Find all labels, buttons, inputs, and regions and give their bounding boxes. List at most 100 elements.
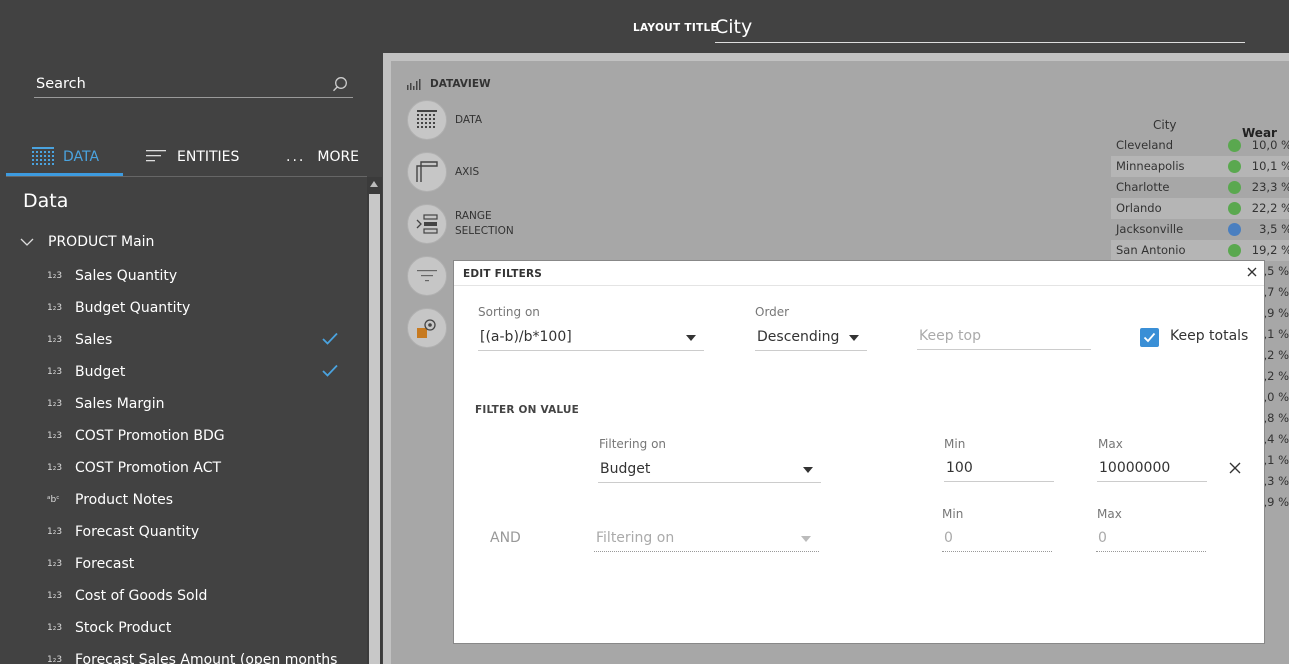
data-type-icon: 1₂3: [47, 623, 63, 633]
scroll-thumb[interactable]: [369, 194, 380, 664]
filter2-filtering-on-placeholder: Filtering on: [596, 530, 675, 546]
filter1-min-value: 100: [946, 460, 973, 476]
filter1-max-input[interactable]: 10000000: [1097, 456, 1207, 482]
status-dot-icon: [1228, 139, 1241, 152]
tab-more-label: MORE: [317, 149, 360, 165]
status-dot-icon: [1228, 181, 1241, 194]
keep-top-input[interactable]: Keep top: [917, 324, 1091, 350]
order-label: Order: [755, 305, 790, 319]
tree-item[interactable]: 1₂3 Stock Product: [47, 618, 339, 638]
sorting-on-select[interactable]: [(a-b)/b*100]: [478, 325, 704, 351]
tree-group-product-main[interactable]: PRODUCT Main: [20, 234, 154, 250]
chevron-down-icon: [803, 467, 813, 473]
data-type-icon: 1₂3: [47, 463, 63, 473]
entities-list-icon: [146, 150, 166, 162]
menu-data-label: DATA: [455, 113, 483, 126]
tree-item[interactable]: 1₂3 Forecast Quantity: [47, 522, 339, 542]
filter1-max-value: 10000000: [1099, 460, 1171, 476]
data-type-icon: 1₂3: [47, 367, 63, 377]
sorting-on-label: Sorting on: [478, 305, 540, 319]
remove-filter-icon[interactable]: [1229, 462, 1241, 474]
tree-item-label: COST Promotion BDG: [75, 428, 225, 444]
tree-item[interactable]: 1₂3 Sales: [47, 330, 339, 350]
filter1-filtering-on-value: Budget: [600, 461, 651, 477]
layout-settings-icon: [417, 319, 436, 338]
filter2-max-label: Max: [1097, 507, 1122, 521]
tree-item[interactable]: 1₂3 Sales Quantity: [47, 266, 339, 286]
table-row[interactable]: San Antonio 19,2 %: [1111, 240, 1289, 261]
tree-item[interactable]: 1₂3 Forecast Sales Amount (open months: [47, 650, 339, 664]
filter1-filtering-on-select[interactable]: Budget: [598, 457, 821, 483]
menu-range-label: RANGE SELECTION: [455, 210, 514, 237]
tab-data[interactable]: DATA: [32, 138, 99, 176]
tree-item-label: Forecast: [75, 556, 135, 572]
sorting-on-value: [(a-b)/b*100]: [480, 329, 572, 345]
active-tab-indicator: [6, 173, 123, 176]
tab-more[interactable]: ... MORE: [286, 138, 359, 176]
filter2-min-input[interactable]: 0: [942, 526, 1052, 552]
filter-icon: [417, 270, 437, 282]
search-icon[interactable]: [332, 76, 348, 92]
filter2-max-input[interactable]: 0: [1096, 526, 1206, 552]
data-type-icon: 1₂3: [47, 431, 63, 441]
sidebar-tabs: DATA ENTITIES ... MORE: [6, 138, 367, 177]
data-type-icon: 1₂3: [47, 399, 63, 409]
menu-range-selection-button[interactable]: RANGE SELECTION: [407, 204, 514, 244]
data-grid-icon: [32, 147, 54, 165]
tree-item[interactable]: 1₂3 Sales Margin: [47, 394, 339, 414]
keep-totals-checkbox[interactable]: [1140, 328, 1159, 347]
order-select[interactable]: Descending: [755, 325, 867, 351]
checkmark-icon: [322, 332, 338, 345]
status-dot-icon: [1228, 160, 1241, 173]
data-type-icon: 1₂3: [47, 303, 63, 313]
row-city: Cleveland: [1116, 138, 1174, 152]
tree-item-label: Budget Quantity: [75, 300, 191, 316]
filter1-max-label: Max: [1098, 437, 1123, 451]
scroll-up-arrow[interactable]: [370, 181, 378, 187]
dialog-title: EDIT FILTERS: [463, 268, 543, 280]
tree-item[interactable]: 1₂3 Budget Quantity: [47, 298, 339, 318]
filter-on-value-label: FILTER ON VALUE: [475, 404, 580, 416]
keep-top-placeholder: Keep top: [919, 328, 981, 344]
layout-title-label: LAYOUT TITLE: [633, 22, 719, 34]
tree-item[interactable]: 1₂3 Budget: [47, 362, 339, 382]
filter-circle: [407, 256, 447, 296]
table-row[interactable]: Minneapolis 10,1 %: [1111, 156, 1289, 177]
tree-item-label: Sales Margin: [75, 396, 165, 412]
tree-item[interactable]: ᵃbᶜ Product Notes: [47, 490, 339, 510]
table-row[interactable]: Jacksonville 3,5 %: [1111, 219, 1289, 240]
range-circle: [407, 204, 447, 244]
data-type-icon: 1₂3: [47, 591, 63, 601]
more-dots-icon: ...: [286, 149, 306, 165]
row-city: Jacksonville: [1116, 222, 1184, 236]
layout-title-input[interactable]: City: [715, 14, 1245, 43]
chevron-down-icon: [686, 335, 696, 341]
table-row[interactable]: Charlotte 23,3 %: [1111, 177, 1289, 198]
tree-item[interactable]: 1₂3 Forecast: [47, 554, 339, 574]
chevron-down-icon: [801, 536, 811, 542]
row-value: 10,1 %: [1251, 159, 1289, 173]
table-row[interactable]: Orlando 22,2 %: [1111, 198, 1289, 219]
tree-item-label: Sales: [75, 332, 113, 348]
chevron-down-icon[interactable]: [20, 237, 34, 247]
data-circle: [407, 100, 447, 140]
tree-item-label: Budget: [75, 364, 126, 380]
tab-entities[interactable]: ENTITIES: [146, 138, 239, 176]
close-icon[interactable]: [1247, 267, 1257, 277]
tree-item-label: Cost of Goods Sold: [75, 588, 208, 604]
status-dot-icon: [1228, 202, 1241, 215]
tab-data-label: DATA: [63, 149, 100, 165]
tree-item[interactable]: 1₂3 Cost of Goods Sold: [47, 586, 339, 606]
menu-axis-button[interactable]: AXIS: [407, 152, 479, 192]
tab-entities-label: ENTITIES: [177, 149, 240, 165]
menu-data-button[interactable]: DATA: [407, 100, 482, 140]
search-input[interactable]: Search: [34, 73, 353, 98]
sidebar-scrollbar[interactable]: [367, 177, 382, 664]
row-value: 19,2 %: [1251, 243, 1289, 257]
filter1-min-input[interactable]: 100: [944, 456, 1054, 482]
table-row[interactable]: Cleveland 10,0 %: [1111, 135, 1289, 156]
filter2-connector: AND: [490, 530, 521, 546]
tree-item[interactable]: 1₂3 COST Promotion ACT: [47, 458, 339, 478]
tree-item[interactable]: 1₂3 COST Promotion BDG: [47, 426, 339, 446]
filter2-filtering-on-select[interactable]: Filtering on: [594, 526, 819, 552]
